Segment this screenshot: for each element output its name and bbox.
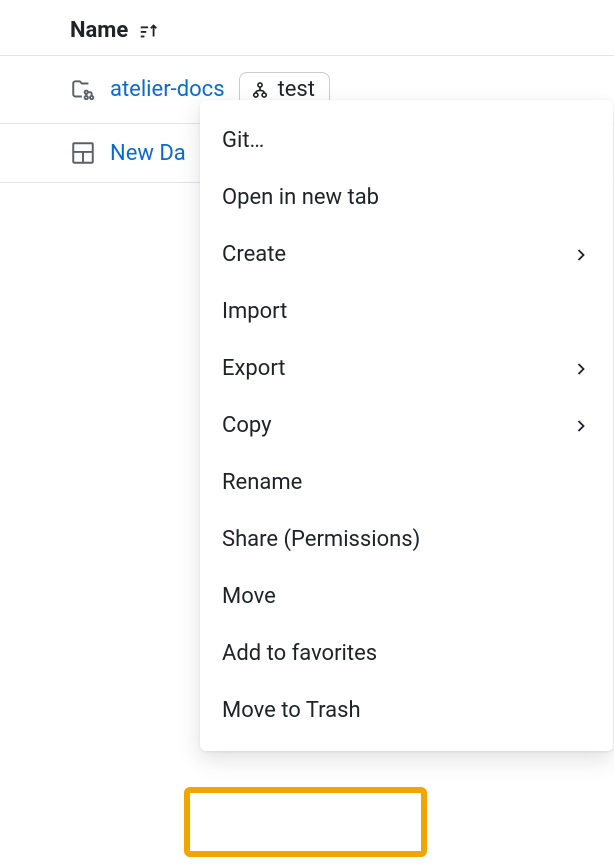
menu-rename[interactable]: Rename [200, 454, 613, 511]
column-header-name: Name [70, 18, 128, 43]
context-menu: Git… Open in new tab Create Import Expor… [200, 100, 613, 751]
menu-share[interactable]: Share (Permissions) [200, 511, 613, 568]
git-folder-icon [70, 77, 96, 103]
branch-icon [250, 80, 270, 100]
chevron-right-icon [571, 359, 591, 379]
chevron-right-icon [571, 245, 591, 265]
sort-ascending-icon[interactable] [138, 20, 160, 42]
dashboard-icon [70, 140, 96, 166]
column-header[interactable]: Name [0, 0, 614, 56]
menu-move[interactable]: Move [200, 568, 613, 625]
chevron-right-icon [571, 416, 591, 436]
folder-name[interactable]: atelier-docs [110, 77, 225, 102]
highlight-annotation [184, 787, 427, 857]
menu-create[interactable]: Create [200, 226, 613, 283]
item-name[interactable]: New Da [110, 141, 186, 166]
menu-git[interactable]: Git… [200, 112, 613, 169]
menu-add-favorites[interactable]: Add to favorites [200, 625, 613, 682]
menu-copy[interactable]: Copy [200, 397, 613, 454]
menu-move-to-trash[interactable]: Move to Trash [200, 682, 613, 739]
menu-export[interactable]: Export [200, 340, 613, 397]
branch-tag-label: test [278, 77, 315, 102]
menu-import[interactable]: Import [200, 283, 613, 340]
menu-open-new-tab[interactable]: Open in new tab [200, 169, 613, 226]
